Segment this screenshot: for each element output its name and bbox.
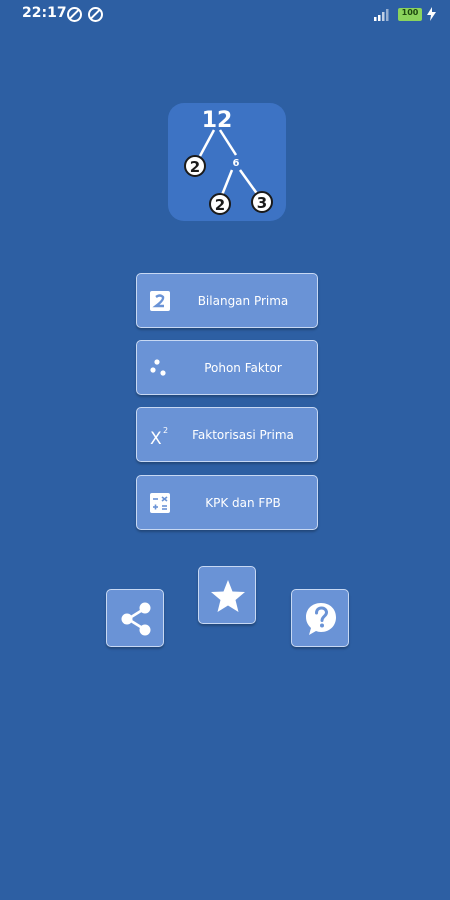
menu-item-label: Bilangan Prima [197, 294, 289, 308]
help-button[interactable] [291, 589, 349, 647]
logo-root-number: 12 [202, 108, 233, 133]
rate-button[interactable] [198, 566, 256, 624]
battery-level: 100 [401, 8, 419, 17]
factor-tree-icon: 12 6 2 2 3 [184, 108, 273, 215]
calculator-icon [150, 493, 170, 513]
pohon-faktor-button[interactable]: Pohon Faktor [136, 340, 318, 395]
charging-bolt-icon [427, 7, 436, 21]
logo-inner-number: 6 [233, 158, 240, 169]
status-time: 22:17 [22, 5, 67, 21]
share-icon [121, 602, 151, 636]
do-not-disturb-icon [67, 7, 82, 22]
logo-leaf-number: 3 [257, 194, 267, 212]
faktorisasi-prima-button[interactable]: X 2 Faktorisasi Prima [136, 407, 318, 462]
do-not-disturb-icon [88, 7, 103, 22]
menu-item-label: Faktorisasi Prima [192, 428, 294, 442]
share-button[interactable] [106, 589, 164, 647]
svg-text:X: X [150, 429, 162, 446]
menu-item-label: KPK dan FPB [205, 496, 281, 510]
signal-icon [374, 9, 389, 21]
exponent-x-icon: X 2 [150, 426, 168, 446]
logo-leaf-number: 2 [190, 158, 200, 176]
bilangan-prima-button[interactable]: Bilangan Prima [136, 273, 318, 328]
factor-tree-dots-icon [150, 359, 166, 376]
svg-text:2: 2 [163, 426, 168, 435]
menu-item-label: Pohon Faktor [204, 361, 282, 375]
battery-icon: 100 [398, 8, 422, 21]
star-icon [211, 580, 245, 612]
app-logo: 12 6 2 2 3 [168, 103, 286, 221]
kpk-dan-fpb-button[interactable]: KPK dan FPB [136, 475, 318, 530]
status-bar: 22:17 100 [0, 0, 450, 30]
logo-leaf-number: 2 [215, 196, 225, 214]
prime-number-icon [150, 291, 170, 311]
help-icon [306, 603, 336, 635]
